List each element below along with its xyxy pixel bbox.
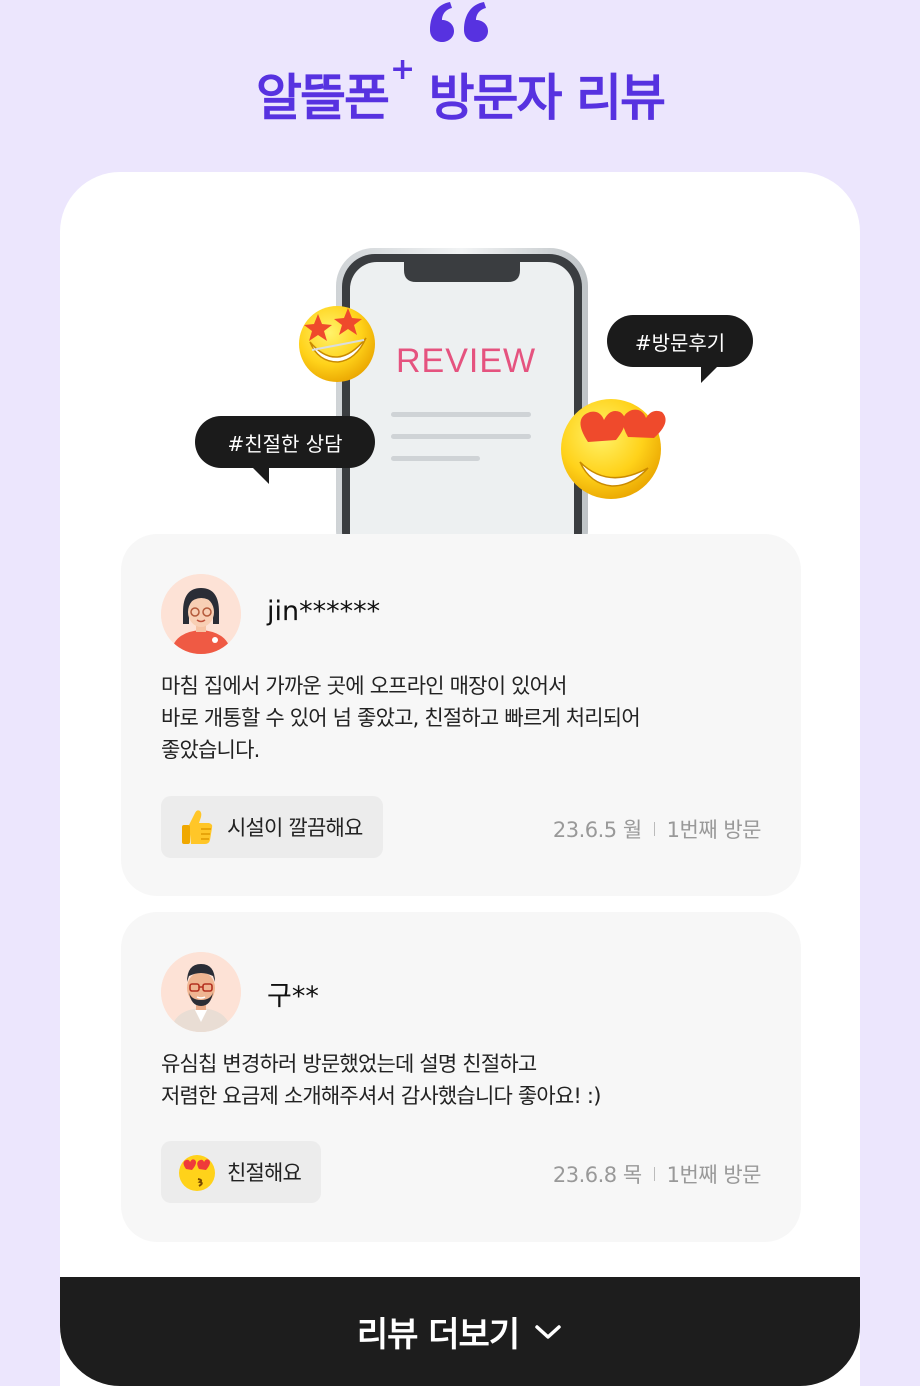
title-rest: 방문자 리뷰: [428, 69, 666, 127]
man-avatar-icon: [161, 952, 241, 1032]
review-line: 유심칩 변경하러 방문했었는데 설명 친절하고: [161, 1052, 537, 1076]
page-title: 알뜰폰+ 방문자 리뷰: [0, 52, 920, 130]
review-line: 저렴한 요금제 소개해주셔서 감사했습니다 좋아요! :): [161, 1084, 601, 1108]
review-card: 구** 유심칩 변경하러 방문했었는데 설명 친절하고 저렴한 요금제 소개해주…: [121, 912, 801, 1242]
review-meta: 23.6.8 목 1번째 방문: [552, 1159, 762, 1189]
divider: [653, 822, 655, 836]
chevron-down-icon: [535, 1324, 561, 1339]
review-tag: 시설이 깔끔해요: [161, 796, 383, 858]
review-date: 23.6.5 월: [552, 818, 642, 842]
review-line: 마침 집에서 가까운 곳에 오프라인 매장이 있어서: [161, 674, 567, 698]
review-visit-count: 1번째 방문: [666, 1163, 762, 1187]
review-username: jin******: [267, 596, 381, 627]
review-card: jin****** 마침 집에서 가까운 곳에 오프라인 매장이 있어서 바로 …: [121, 534, 801, 896]
kissing-heart-emoji-icon: [179, 1155, 215, 1191]
title-brand: 알뜰폰: [256, 69, 390, 127]
review-line: 좋았습니다.: [161, 738, 260, 762]
review-tag-label: 친절해요: [227, 1161, 302, 1185]
avatar: [161, 574, 241, 654]
review-line: 바로 개통할 수 있어 넘 좋았고, 친절하고 빠르게 처리되어: [161, 706, 641, 730]
thumbs-up-icon: [182, 810, 213, 844]
quote-icon: [0, 0, 920, 50]
review-body: 마침 집에서 가까운 곳에 오프라인 매장이 있어서 바로 개통할 수 있어 넘…: [161, 670, 761, 766]
review-username: 구**: [267, 981, 319, 1012]
review-meta: 23.6.5 월 1번째 방문: [552, 814, 762, 844]
divider: [653, 1167, 655, 1181]
hashtag-bubble-visit-review: #방문후기: [607, 315, 753, 383]
review-body: 유심칩 변경하러 방문했었는데 설명 친절하고 저렴한 요금제 소개해주셔서 감…: [161, 1048, 761, 1112]
title-plus: +: [390, 52, 415, 87]
more-reviews-label: 리뷰 더보기: [356, 1315, 520, 1355]
more-reviews-button[interactable]: 리뷰 더보기: [60, 1277, 860, 1386]
review-tag-label: 시설이 깔끔해요: [227, 816, 363, 840]
review-visit-count: 1번째 방문: [666, 818, 762, 842]
hashtag-bubble-kind-consult: #친절한 상담: [195, 416, 375, 484]
review-screen-label: REVIEW: [396, 342, 537, 380]
hero-illustration: REVIEW #친절한 상담 #방문후기: [60, 172, 860, 534]
review-panel: REVIEW #친절한 상담 #방문후기 jin****** 마침 집에서 가까…: [60, 172, 860, 1386]
avatar: [161, 952, 241, 1032]
review-date: 23.6.8 목: [552, 1163, 642, 1187]
review-tag: 친절해요: [161, 1141, 322, 1203]
woman-avatar-icon: [161, 574, 241, 654]
